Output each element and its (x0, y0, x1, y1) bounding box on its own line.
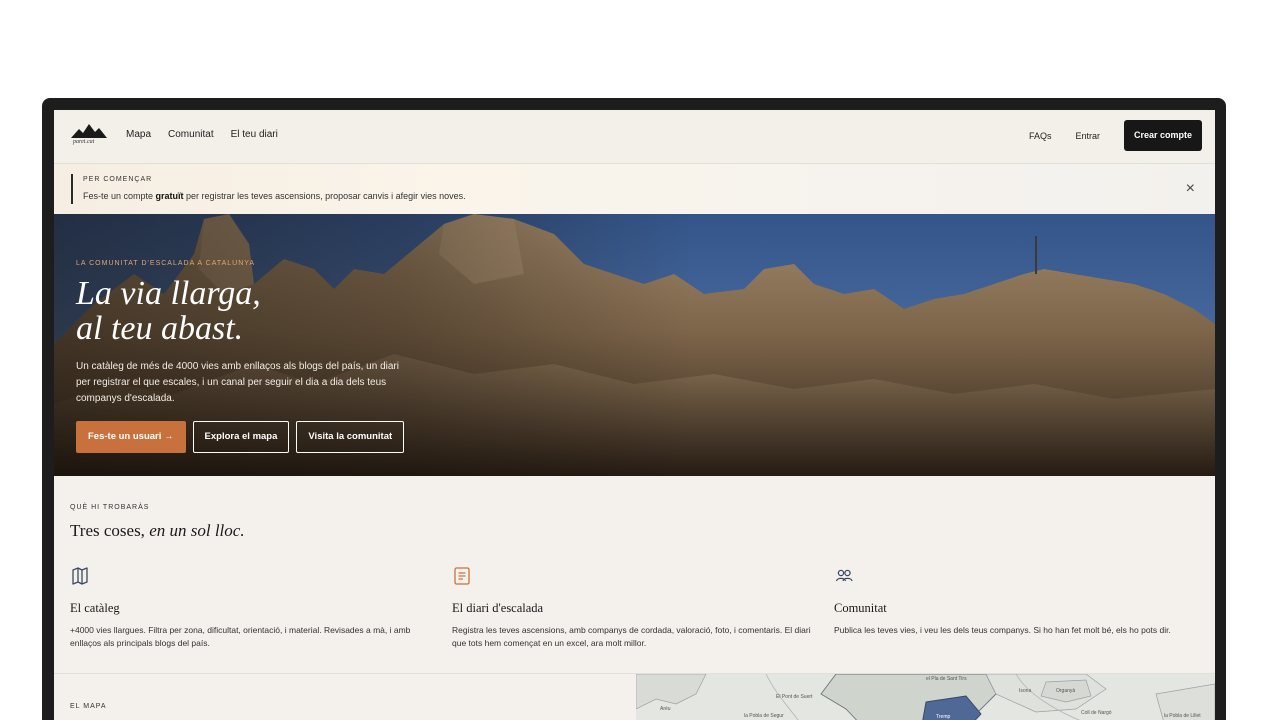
hero-title: La via llarga, al teu abast. (76, 276, 261, 346)
banner-accent-bar (71, 174, 73, 204)
features-title: Tres coses, en un sol lloc. (70, 521, 245, 541)
feature-diary: El diari d'escalada Registra les teves a… (452, 566, 812, 650)
features-kicker: QUÈ HI TROBARÀS (70, 504, 150, 511)
feature-title: El catàleg (70, 601, 120, 615)
hero-kicker: LA COMUNITAT D'ESCALADA A CATALUNYA (76, 260, 256, 267)
banner-text-end: per registrar les teves ascensions, prop… (183, 191, 466, 201)
map-label: Tremp (936, 714, 950, 720)
feature-description: Registra les teves ascensions, amb compa… (452, 625, 811, 648)
map-kicker: EL MAPA (70, 703, 107, 710)
browser-viewport: paret.cat Mapa Comunitat El teu diari FA… (54, 110, 1215, 720)
feature-title: El diari d'escalada (452, 601, 544, 615)
features-title-plain: Tres coses, (70, 521, 150, 540)
map-icon (72, 567, 88, 585)
map-preview[interactable]: el Pla de Sant Tirs la Pobla de Segur Ar… (636, 674, 1215, 720)
explore-map-button[interactable]: Explora el mapa (192, 421, 290, 453)
users-icon (835, 569, 853, 582)
hero-actions: Fes-te un usuari → Explora el mapa Visit… (76, 421, 405, 453)
feature-description: Publica les teves vies, i veu les dels t… (834, 625, 1171, 635)
signup-button[interactable]: Fes-te un usuari → (76, 421, 186, 453)
nav-link-community[interactable]: Comunitat (168, 129, 214, 140)
map-label: Aréu (660, 706, 671, 712)
feature-description: +4000 vies llargues. Filtra per zona, di… (70, 625, 411, 648)
journal-icon (454, 567, 470, 585)
login-link[interactable]: Entrar (1075, 131, 1100, 141)
secondary-nav: FAQs Entrar Crear compte (1029, 120, 1202, 151)
nav-link-map[interactable]: Mapa (126, 129, 151, 140)
hero-description: Un catàleg de més de 4000 vies amb enlla… (76, 361, 399, 404)
feature-community: Comunitat Publica les teves vies, i veu … (834, 566, 1194, 637)
banner-title: PER COMENÇAR (83, 176, 153, 183)
map-label: Coll de Nargó (1081, 710, 1112, 716)
onboarding-banner: PER COMENÇAR Fes-te un compte gratuït pe… (54, 164, 1215, 214)
map-label: Organyà (1056, 688, 1075, 694)
hero-title-line-2: al teu abast. (76, 310, 244, 347)
visit-community-button[interactable]: Visita la comunitat (296, 421, 405, 453)
map-regions: el Pla de Sant Tirs la Pobla de Segur Ar… (636, 674, 1215, 720)
hero-section: LA COMUNITAT D'ESCALADA A CATALUNYA La v… (54, 214, 1215, 476)
primary-nav-links: Mapa Comunitat El teu diari (126, 129, 278, 140)
map-label: Isona (1019, 688, 1031, 694)
create-account-button[interactable]: Crear compte (1123, 120, 1202, 151)
nav-link-faqs[interactable]: FAQs (1029, 131, 1052, 141)
map-label: la Pobla de Lillet (1164, 713, 1201, 719)
hero-title-line-1: La via llarga, (76, 275, 261, 312)
banner-text-bold: gratuït (155, 191, 184, 201)
logo-text: paret.cat (73, 139, 95, 145)
close-icon[interactable]: × (1186, 180, 1195, 198)
top-nav: paret.cat Mapa Comunitat El teu diari FA… (54, 110, 1215, 164)
features-title-italic: en un sol lloc. (149, 521, 245, 540)
map-label: la Pobla de Segur (744, 713, 784, 719)
banner-text-start: Fes-te un compte (83, 191, 156, 201)
map-label: El Pont de Suert (776, 694, 813, 700)
map-label: el Pla de Sant Tirs (926, 676, 967, 682)
banner-text: Fes-te un compte gratuït per registrar l… (83, 191, 466, 201)
feature-catalog: El catàleg +4000 vies llargues. Filtra p… (70, 566, 430, 650)
feature-title: Comunitat (834, 601, 887, 615)
nav-link-diary[interactable]: El teu diari (231, 129, 278, 140)
